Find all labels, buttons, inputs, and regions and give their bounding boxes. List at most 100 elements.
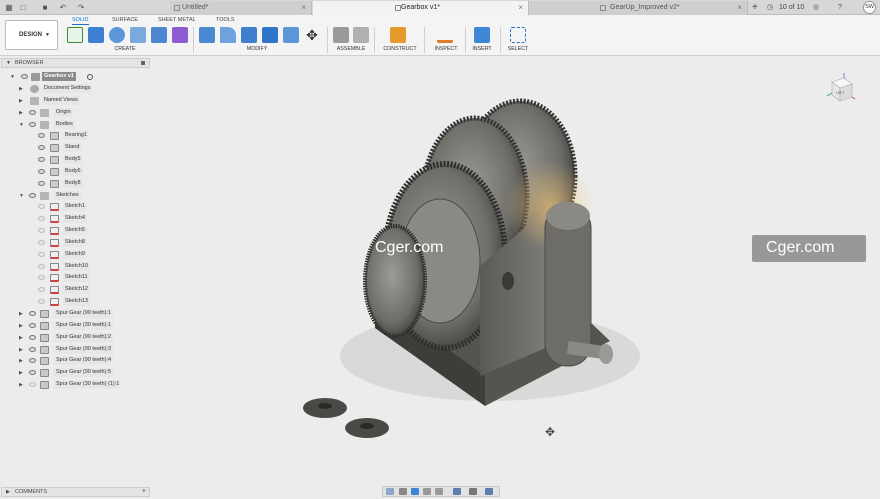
visibility-eye-icon[interactable]	[38, 287, 45, 292]
visibility-eye-icon[interactable]	[38, 169, 45, 174]
tree-item[interactable]: Body8	[0, 179, 150, 189]
tab-sheet-metal[interactable]: SHEET METAL	[158, 16, 196, 25]
tree-item[interactable]: Sketch9	[0, 250, 150, 260]
visibility-eye-icon[interactable]	[38, 228, 45, 233]
visibility-eye-icon[interactable]	[29, 311, 36, 316]
pin-icon[interactable]	[141, 61, 145, 65]
measure-icon[interactable]	[437, 27, 453, 43]
visibility-eye-icon[interactable]	[38, 264, 45, 269]
tree-root[interactable]: ▼ Gearbox v1	[0, 72, 150, 82]
look-at-icon[interactable]	[399, 488, 407, 495]
expand-triangle-icon[interactable]: ▶	[19, 96, 23, 106]
visibility-eye-icon[interactable]	[29, 370, 36, 375]
insert-menu[interactable]: INSERT	[468, 46, 496, 53]
create-menu[interactable]: CREATE	[100, 46, 150, 53]
undo-icon[interactable]: ↶	[58, 3, 68, 12]
revolve-icon[interactable]	[109, 27, 125, 43]
grid-settings-icon[interactable]	[469, 488, 477, 495]
tree-item[interactable]: Bearing1	[0, 131, 150, 141]
press-pull-icon[interactable]	[199, 27, 215, 43]
tree-item[interactable]: ▶ Spur Gear (90 teeth):1	[0, 309, 150, 319]
fit-icon[interactable]	[435, 488, 443, 495]
close-icon[interactable]: ×	[301, 1, 306, 15]
tab-tools[interactable]: TOOLS	[216, 16, 235, 25]
expand-triangle-icon[interactable]: ▶	[19, 84, 23, 94]
comments-panel[interactable]: ▶ COMMENTS +	[1, 487, 150, 497]
tree-item[interactable]: Body6	[0, 167, 150, 177]
tree-item[interactable]: ▶ Spur Gear (30 teeth) (1):1	[0, 380, 150, 390]
visibility-eye-icon[interactable]	[29, 335, 36, 340]
expand-triangle-icon[interactable]: ▶	[19, 333, 23, 343]
tree-item[interactable]: Sketch4	[0, 214, 150, 224]
tab-solid[interactable]: SOLID	[72, 16, 89, 25]
expand-triangle-icon[interactable]: ▶	[19, 380, 23, 390]
tree-item[interactable]: Sketch8	[0, 238, 150, 248]
visibility-eye-icon[interactable]	[29, 347, 36, 352]
visibility-eye-icon[interactable]	[29, 110, 36, 115]
visibility-eye-icon[interactable]	[38, 157, 45, 162]
expand-triangle-icon[interactable]: ▶	[19, 321, 23, 331]
tree-item[interactable]: ▶ Document Settings	[0, 84, 150, 94]
tree-item[interactable]: ▼ Bodies	[0, 120, 150, 130]
visibility-eye-icon[interactable]	[38, 216, 45, 221]
tree-item[interactable]: ▶ Spur Gear (90 teeth):5	[0, 368, 150, 378]
visibility-eye-icon[interactable]	[29, 358, 36, 363]
tree-item[interactable]: ▶ Spur Gear (90 teeth):2	[0, 333, 150, 343]
chevron-right-icon[interactable]: ▶	[6, 488, 10, 496]
visibility-eye-icon[interactable]	[38, 252, 45, 257]
visibility-eye-icon[interactable]	[29, 193, 36, 198]
expand-triangle-icon[interactable]: ▼	[10, 72, 15, 82]
visibility-eye-icon[interactable]	[38, 181, 45, 186]
browser-header[interactable]: ▼ BROWSER	[1, 58, 150, 68]
close-icon[interactable]: ×	[737, 1, 742, 15]
tree-item[interactable]: Sketch10	[0, 262, 150, 272]
add-comment-icon[interactable]: +	[142, 488, 146, 496]
zoom-icon[interactable]	[423, 488, 431, 495]
activate-radio-icon[interactable]	[87, 74, 93, 80]
extrude-icon[interactable]	[88, 27, 104, 43]
fillet-icon[interactable]	[220, 27, 236, 43]
combine-icon[interactable]	[283, 27, 299, 43]
job-status[interactable]: 10 of 10	[779, 1, 804, 14]
visibility-eye-icon[interactable]	[29, 382, 36, 387]
viewport-canvas[interactable]: ✥ Cger.com	[150, 56, 880, 499]
visibility-eye-icon[interactable]	[29, 122, 36, 127]
tree-item[interactable]: Body5	[0, 155, 150, 165]
grid-icon[interactable]: ▦	[4, 3, 14, 12]
avatar[interactable]: SW	[863, 1, 876, 14]
construct-menu[interactable]: CONSTRUCT	[378, 46, 422, 53]
viewports-icon[interactable]	[485, 488, 493, 495]
expand-triangle-icon[interactable]: ▼	[19, 120, 24, 130]
visibility-eye-icon[interactable]	[38, 240, 45, 245]
inspect-menu[interactable]: INSPECT	[428, 46, 464, 53]
tree-item[interactable]: Sketch1	[0, 202, 150, 212]
joint-icon[interactable]	[353, 27, 369, 43]
visibility-eye-icon[interactable]	[38, 299, 45, 304]
tree-item[interactable]: ▶ Origin	[0, 108, 150, 118]
visibility-eye-icon[interactable]	[29, 323, 36, 328]
tree-item[interactable]: ▶ Named Views	[0, 96, 150, 106]
expand-triangle-icon[interactable]: ▼	[19, 191, 24, 201]
help-icon[interactable]: ?	[838, 1, 842, 14]
select-icon[interactable]	[510, 27, 526, 43]
insert-derive-icon[interactable]	[172, 27, 188, 43]
viewcube[interactable]: LEFT	[824, 72, 856, 104]
tree-item[interactable]: Sketch12	[0, 285, 150, 295]
visibility-eye-icon[interactable]	[38, 133, 45, 138]
tree-item[interactable]: Sketch5	[0, 226, 150, 236]
expand-triangle-icon[interactable]: ▶	[19, 368, 23, 378]
gearbox-model[interactable]: ✥	[150, 56, 880, 499]
visibility-eye-icon[interactable]	[38, 275, 45, 280]
visibility-eye-icon[interactable]	[38, 204, 45, 209]
expand-triangle-icon[interactable]: ▶	[19, 108, 23, 118]
workspace-switcher[interactable]: DESIGN ▼	[5, 20, 58, 50]
pan-icon[interactable]	[411, 488, 419, 495]
shell-icon[interactable]	[262, 27, 278, 43]
orbit-icon[interactable]	[386, 488, 394, 495]
visibility-eye-icon[interactable]	[21, 74, 28, 79]
expand-triangle-icon[interactable]: ▶	[19, 345, 23, 355]
redo-icon[interactable]: ↷	[76, 3, 86, 12]
tree-item[interactable]: Sketch13	[0, 297, 150, 307]
close-icon[interactable]: ×	[518, 1, 523, 15]
loft-icon[interactable]	[151, 27, 167, 43]
